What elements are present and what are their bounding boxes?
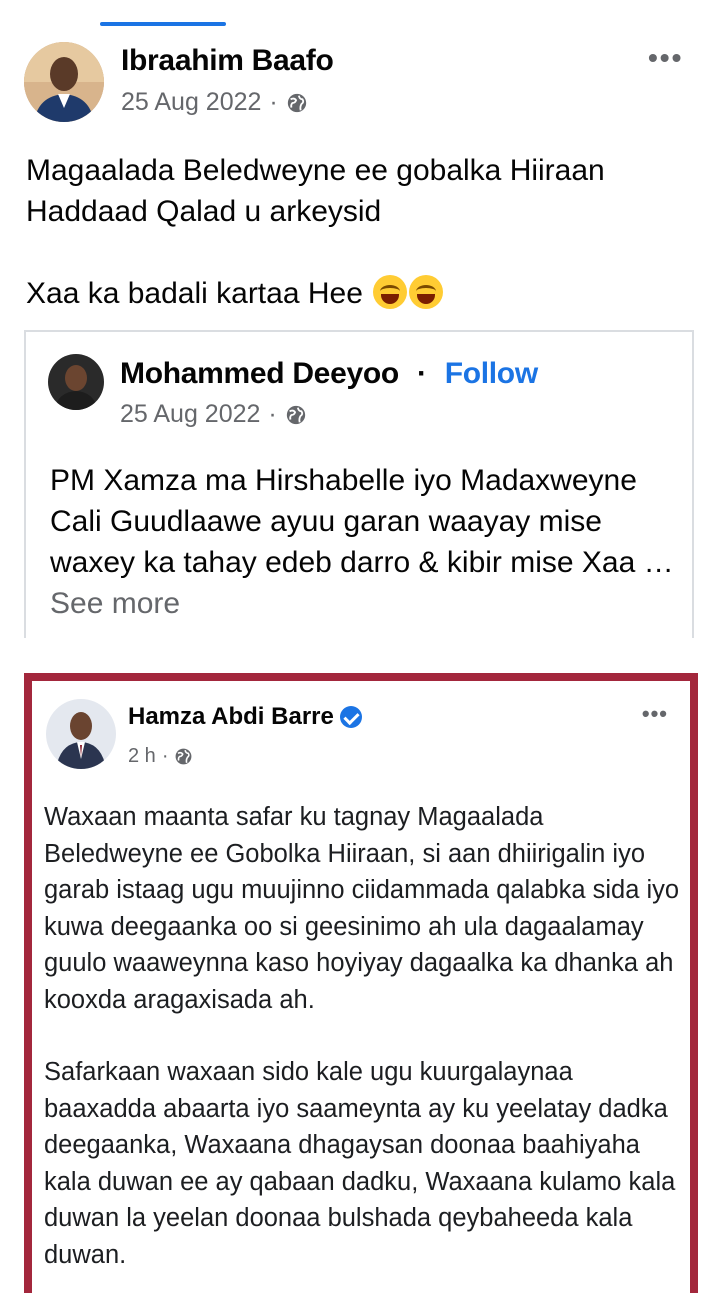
screenshot-author-name: Hamza Abdi Barre (128, 703, 362, 731)
screenshot-paragraph: Waxaan maanta safar ku tagnay Magaalada … (44, 803, 680, 1014)
follow-button[interactable]: Follow (445, 357, 538, 390)
screenshot-author-avatar (46, 699, 116, 769)
see-more-link[interactable]: See more (50, 583, 680, 624)
shared-post-body: PM Xamza ma Hirshabelle iyo Madaxweyne C… (50, 460, 680, 624)
screenshot-time: 2 h (128, 745, 156, 767)
meta-separator: · (268, 400, 277, 428)
screenshot-paragraph: Safarkaan waxaan sido kale ugu kuurgalay… (44, 1058, 676, 1269)
meta-separator: · (269, 88, 278, 116)
shared-post-text: PM Xamza ma Hirshabelle iyo Madaxweyne C… (50, 464, 676, 579)
post-text-line: Magaalada Beledweyne ee gobalka Hiiraan (26, 154, 605, 187)
post-text-line: Xaa ka badali kartaa Hee (26, 273, 696, 314)
shared-meta: 25 Aug 2022 · (120, 400, 307, 429)
more-options-button[interactable]: ••• (648, 42, 683, 74)
shared-author-avatar[interactable] (48, 354, 104, 410)
active-tab-indicator (100, 22, 226, 26)
shared-author-name[interactable]: Mohammed Deeyoo · Follow (120, 357, 538, 391)
post-text-line: Haddaad Qalad u arkeysid (26, 195, 382, 228)
author-avatar[interactable] (24, 42, 104, 122)
post-image[interactable]: Hamza Abdi Barre 2 h · ••• Waxaan maanta… (24, 673, 698, 1293)
screenshot-body: Waxaan maanta safar ku tagnay Magaalada … (44, 799, 684, 1273)
screenshot-more-icon: ••• (641, 701, 668, 726)
post-date[interactable]: 25 Aug 2022 (121, 88, 261, 117)
shared-post-card[interactable]: Mohammed Deeyoo · Follow 25 Aug 2022 · P… (24, 330, 694, 638)
globe-icon (176, 748, 192, 765)
meta-separator: · (161, 745, 169, 767)
follow-separator: · (416, 357, 427, 390)
laughing-tears-emoji-icon (373, 275, 408, 309)
post-body: Magaalada Beledweyne ee gobalka Hiiraan … (26, 150, 696, 314)
shared-date[interactable]: 25 Aug 2022 (120, 400, 260, 429)
globe-icon (287, 93, 306, 112)
laughing-tears-emoji-icon (409, 275, 444, 309)
post-author-name[interactable]: Ibraahim Baafo (121, 44, 334, 78)
post-meta: 25 Aug 2022 · (121, 88, 308, 117)
verified-badge-icon (339, 706, 362, 728)
globe-icon (286, 405, 305, 424)
screenshot-meta: 2 h · (128, 745, 193, 768)
